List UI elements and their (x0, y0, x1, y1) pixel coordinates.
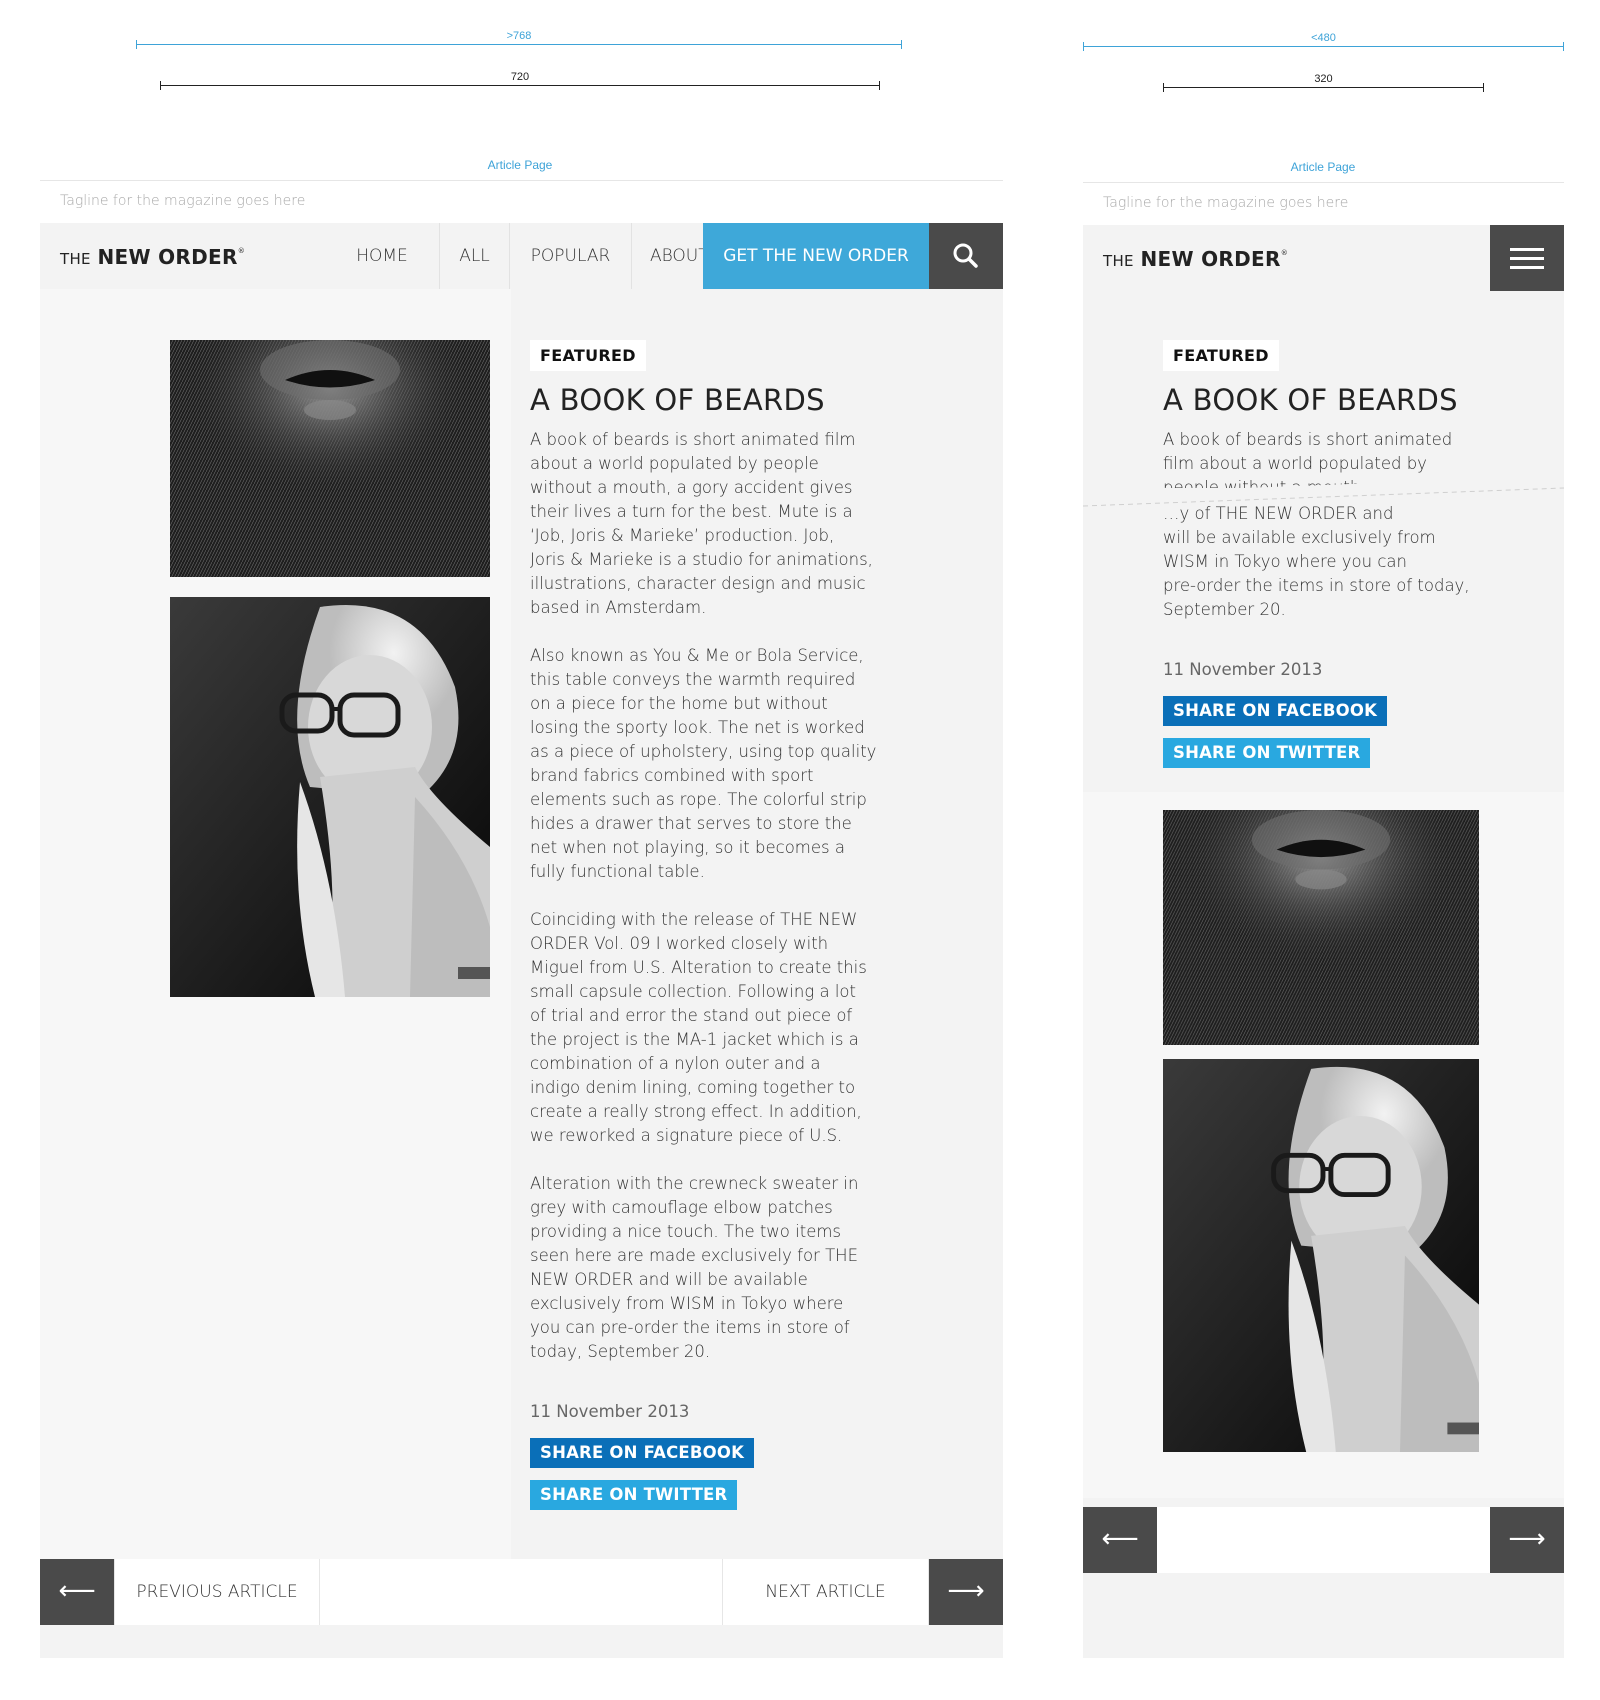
article-paragraph: Alteration with the crewneck sweater in … (530, 1174, 859, 1361)
arrow-left-icon: ⟵ (58, 1576, 96, 1606)
article-outro: …y of THE NEW ORDER and will be availabl… (1163, 502, 1493, 646)
arrow-right-icon: ⟶ (947, 1576, 985, 1606)
tagline-bar: Tagline for the magazine goes here (40, 180, 1003, 223)
hamburger-menu-icon (1510, 248, 1544, 269)
menu-button[interactable] (1490, 225, 1564, 291)
article-navigation: ⟵ ⟶ (1083, 1507, 1564, 1573)
mobile-navbar: THE NEW ORDER® (1083, 225, 1564, 291)
logo-main: NEW ORDER (1140, 247, 1281, 271)
share-twitter-button[interactable]: SHARE ON TWITTER (1163, 738, 1371, 768)
site-logo[interactable]: THE NEW ORDER® (60, 245, 245, 269)
site-logo[interactable]: THE NEW ORDER® (1103, 247, 1288, 271)
old-man-portrait-photo (1163, 1059, 1479, 1452)
share-twitter-button[interactable]: SHARE ON TWITTER (530, 1480, 738, 1510)
previous-article-arrow-button[interactable]: ⟵ (40, 1559, 114, 1625)
mobile-breakpoint-label: <480 (1311, 32, 1336, 44)
next-article-arrow-button[interactable]: ⟶ (1490, 1507, 1564, 1573)
article-paragraph-cut: …y of THE NEW ORDER and (1163, 504, 1394, 523)
logo-prefix: THE (1103, 252, 1134, 270)
nav-about-label: ABOUT (649, 246, 709, 266)
mobile-width-label: 320 (1314, 73, 1333, 85)
next-article-arrow-button[interactable]: ⟶ (929, 1559, 1003, 1625)
article-paragraph: Also known as You & Me or Bola Service, … (530, 646, 877, 881)
arrow-left-icon: ⟵ (1101, 1524, 1139, 1554)
article-date: 11 November 2013 (530, 1402, 690, 1421)
desktop-width-guide: 720 (160, 71, 880, 93)
featured-tag: FEATURED (530, 340, 646, 371)
logo-prefix: THE (60, 250, 91, 268)
desktop-breakpoint-guide: >768 (136, 30, 902, 52)
desktop-breakpoint-label: >768 (506, 30, 532, 42)
old-man-portrait-photo (170, 597, 490, 997)
article-title: A BOOK OF BEARDS (1163, 383, 1458, 417)
article-paragraph: Coinciding with the release of THE NEW O… (530, 910, 867, 1145)
nav-all[interactable]: ALL (439, 223, 509, 289)
beard-closeup-photo (170, 340, 490, 577)
nav-home[interactable]: HOME (325, 223, 439, 289)
previous-article-link[interactable]: PREVIOUS ARTICLE (114, 1559, 320, 1625)
article-navigation: ⟵ PREVIOUS ARTICLE NEXT ARTICLE ⟶ (40, 1559, 1003, 1625)
featured-tag: FEATURED (1163, 340, 1279, 371)
desktop-article-page: Tagline for the magazine goes here THE N… (40, 180, 1003, 1658)
mobile-article-page: Tagline for the magazine goes here THE N… (1083, 182, 1564, 1658)
previous-article-arrow-button[interactable]: ⟵ (1083, 1507, 1157, 1573)
logo-main: NEW ORDER (97, 245, 238, 269)
beard-closeup-photo (1163, 810, 1479, 1045)
logo-mark: ® (237, 247, 246, 255)
article-paragraph: A book of beards is short animated film … (530, 430, 873, 617)
next-article-link[interactable]: NEXT ARTICLE (722, 1559, 929, 1625)
logo-mark: ® (1280, 249, 1289, 257)
share-facebook-button[interactable]: SHARE ON FACEBOOK (530, 1438, 755, 1468)
arrow-right-icon: ⟶ (1508, 1524, 1546, 1554)
tagline-bar: Tagline for the magazine goes here (1083, 182, 1564, 225)
desktop-page-label: Article Page (487, 158, 553, 172)
mobile-page-label: Article Page (1290, 160, 1356, 174)
share-facebook-button[interactable]: SHARE ON FACEBOOK (1163, 696, 1388, 726)
main-navbar: THE NEW ORDER® HOME ALL POPULAR ABOUT⌄ G… (40, 223, 1003, 289)
get-the-new-order-button[interactable]: GET THE NEW ORDER (703, 223, 929, 289)
article-date: 11 November 2013 (1163, 660, 1323, 679)
tagline: Tagline for the magazine goes here (1103, 195, 1349, 211)
article-title: A BOOK OF BEARDS (530, 383, 825, 417)
tagline: Tagline for the magazine goes here (60, 193, 306, 209)
search-icon (953, 243, 978, 268)
article-body: A book of beards is short animated film … (530, 428, 880, 1388)
desktop-width-label: 720 (510, 71, 530, 83)
mobile-width-guide: 320 (1163, 73, 1484, 95)
nav-popular[interactable]: POPULAR (509, 223, 631, 289)
mobile-breakpoint-guide: <480 (1083, 32, 1564, 54)
article-paragraph: will be available exclusively from WISM … (1163, 528, 1470, 619)
search-button[interactable] (929, 223, 1003, 289)
